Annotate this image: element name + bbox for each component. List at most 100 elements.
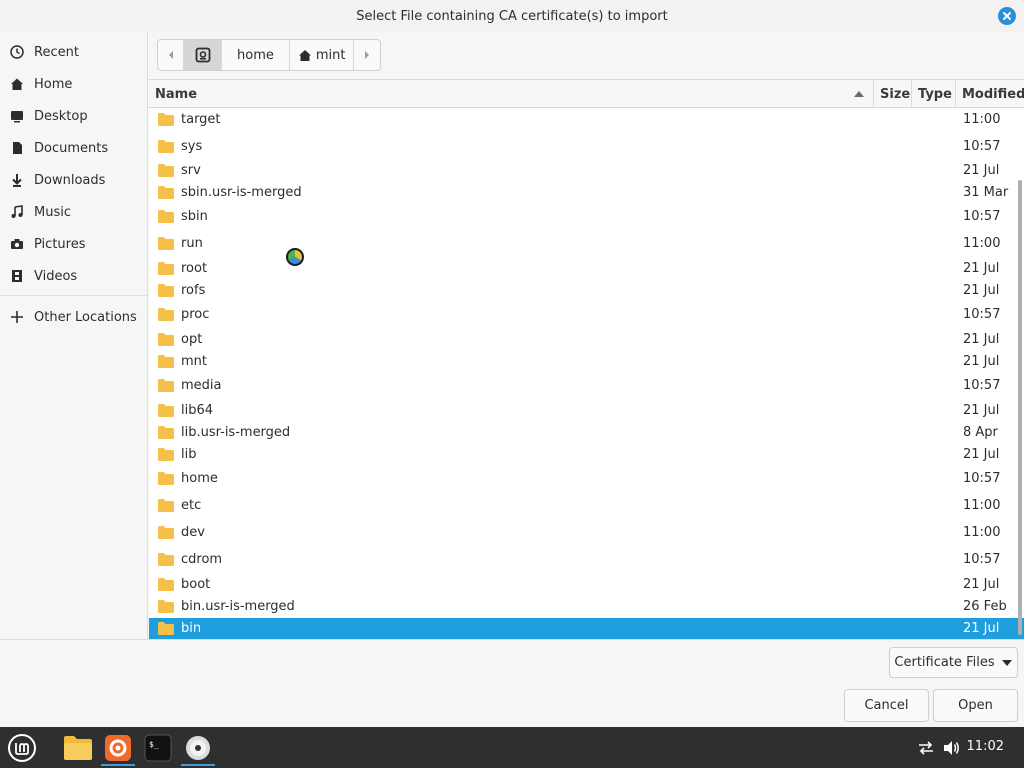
file-list[interactable]: Name Size Type Modified target 11:00 sys 1…: [149, 79, 1024, 639]
file-row[interactable]: proc 10:57: [149, 304, 1024, 325]
folder-icon: [158, 553, 174, 566]
file-name: boot: [181, 577, 211, 592]
folder-icon: [158, 237, 174, 250]
plus-icon: [0, 310, 34, 324]
dialog-footer: Certificate Files Cancel Open: [0, 639, 1024, 727]
column-header: Name Size Type Modified: [149, 80, 1024, 108]
volume-tray-button[interactable]: [940, 730, 964, 766]
file-row[interactable]: opt 21 Jul: [149, 329, 1024, 350]
sidebar-item-label: Pictures: [34, 236, 86, 252]
folder-icon: [158, 379, 174, 392]
sidebar-item-downloads[interactable]: Downloads: [0, 166, 148, 194]
sidebar-item-pictures[interactable]: Pictures: [0, 230, 148, 258]
file-name: lib: [181, 447, 197, 462]
sidebar-item-other-locations[interactable]: Other Locations: [0, 303, 148, 331]
open-button[interactable]: Open: [933, 689, 1018, 722]
sidebar-item-music[interactable]: Music: [0, 198, 148, 226]
file-name: proc: [181, 307, 210, 322]
file-row[interactable]: run 11:00: [149, 233, 1024, 254]
file-modified: 11:00: [963, 525, 1001, 540]
file-row[interactable]: lib.usr-is-merged 8 Apr: [149, 422, 1024, 443]
file-row[interactable]: lib 21 Jul: [149, 444, 1024, 465]
column-header-name[interactable]: Name: [149, 80, 873, 108]
cancel-button[interactable]: Cancel: [844, 689, 929, 722]
folder-icon: [158, 472, 174, 485]
film-icon: [0, 269, 34, 283]
file-name: target: [181, 112, 221, 127]
file-row[interactable]: root 21 Jul: [149, 258, 1024, 279]
files-icon: [64, 736, 92, 760]
file-filter-dropdown[interactable]: Certificate Files: [889, 647, 1018, 678]
sidebar-item-label: Other Locations: [34, 309, 137, 325]
sidebar-item-documents[interactable]: Documents: [0, 134, 148, 162]
column-header-size[interactable]: Size: [873, 80, 911, 108]
file-name: sbin.usr-is-merged: [181, 185, 302, 200]
file-row[interactable]: home 10:57: [149, 468, 1024, 489]
vertical-scrollbar[interactable]: [1018, 180, 1022, 635]
file-row[interactable]: etc 11:00: [149, 495, 1024, 516]
path-scroll-left-button[interactable]: [158, 40, 184, 70]
clock[interactable]: 11:02: [967, 739, 1004, 754]
path-scroll-right-button[interactable]: [354, 40, 380, 70]
file-row[interactable]: boot 21 Jul: [149, 574, 1024, 595]
file-row[interactable]: srv 21 Jul: [149, 160, 1024, 181]
places-sidebar: Recent Home Desktop Documents Downloads …: [0, 32, 148, 639]
file-row[interactable]: lib64 21 Jul: [149, 400, 1024, 421]
firefox-taskbar-button[interactable]: [99, 730, 137, 766]
chevron-left-icon: [168, 51, 173, 59]
column-header-modified[interactable]: Modified: [955, 80, 1024, 108]
file-row[interactable]: sbin 10:57: [149, 206, 1024, 227]
column-header-label: Name: [155, 86, 198, 102]
mint-menu-button[interactable]: [4, 730, 40, 766]
active-window-indicator: [101, 764, 135, 766]
column-header-type[interactable]: Type: [911, 80, 955, 108]
file-row[interactable]: rofs 21 Jul: [149, 280, 1024, 301]
folder-icon: [158, 164, 174, 177]
home-icon: [0, 77, 34, 91]
folder-icon: [158, 426, 174, 439]
network-tray-button[interactable]: [914, 730, 938, 766]
folder-icon: [158, 186, 174, 199]
file-name: etc: [181, 498, 202, 513]
file-row[interactable]: bin.usr-is-merged 26 Feb: [149, 596, 1024, 617]
chevron-down-icon: [1001, 659, 1012, 666]
file-row[interactable]: target 11:00: [149, 109, 1024, 130]
sidebar-item-label: Documents: [34, 140, 109, 156]
files-taskbar-button[interactable]: [58, 730, 98, 766]
sidebar-item-desktop[interactable]: Desktop: [0, 102, 148, 130]
folder-icon: [158, 578, 174, 591]
file-modified: 21 Jul: [963, 447, 1000, 462]
file-row-selected[interactable]: bin 21 Jul: [149, 618, 1024, 639]
file-name: rofs: [181, 283, 206, 298]
file-name: cdrom: [181, 552, 223, 567]
path-root-button[interactable]: [184, 40, 222, 70]
file-row[interactable]: sbin.usr-is-merged 31 Mar: [149, 182, 1024, 203]
file-modified: 21 Jul: [963, 332, 1000, 347]
file-name: srv: [181, 163, 201, 178]
file-row[interactable]: dev 11:00: [149, 522, 1024, 543]
file-modified: 21 Jul: [963, 354, 1000, 369]
sidebar-item-label: Music: [34, 204, 71, 220]
file-modified: 21 Jul: [963, 577, 1000, 592]
sidebar-item-label: Desktop: [34, 108, 88, 124]
path-segment-mint[interactable]: mint: [290, 40, 355, 70]
path-segment-home[interactable]: home: [222, 40, 290, 70]
close-button[interactable]: [998, 7, 1016, 25]
file-name: root: [181, 261, 208, 276]
sidebar-item-recent[interactable]: Recent: [0, 38, 148, 66]
file-row[interactable]: sys 10:57: [149, 136, 1024, 157]
file-row[interactable]: cdrom 10:57: [149, 549, 1024, 570]
terminal-taskbar-button[interactable]: $_: [140, 730, 176, 766]
folder-icon: [158, 499, 174, 512]
folder-icon: [158, 308, 174, 321]
file-modified: 10:57: [963, 378, 1001, 393]
file-row[interactable]: mnt 21 Jul: [149, 351, 1024, 372]
disc-taskbar-button[interactable]: [179, 730, 217, 766]
file-modified: 10:57: [963, 209, 1001, 224]
sidebar-item-home[interactable]: Home: [0, 70, 148, 98]
file-name: bin.usr-is-merged: [181, 599, 295, 614]
sidebar-divider: [0, 295, 148, 296]
file-row[interactable]: media 10:57: [149, 375, 1024, 396]
terminal-icon: $_: [144, 734, 172, 762]
sidebar-item-videos[interactable]: Videos: [0, 262, 148, 290]
